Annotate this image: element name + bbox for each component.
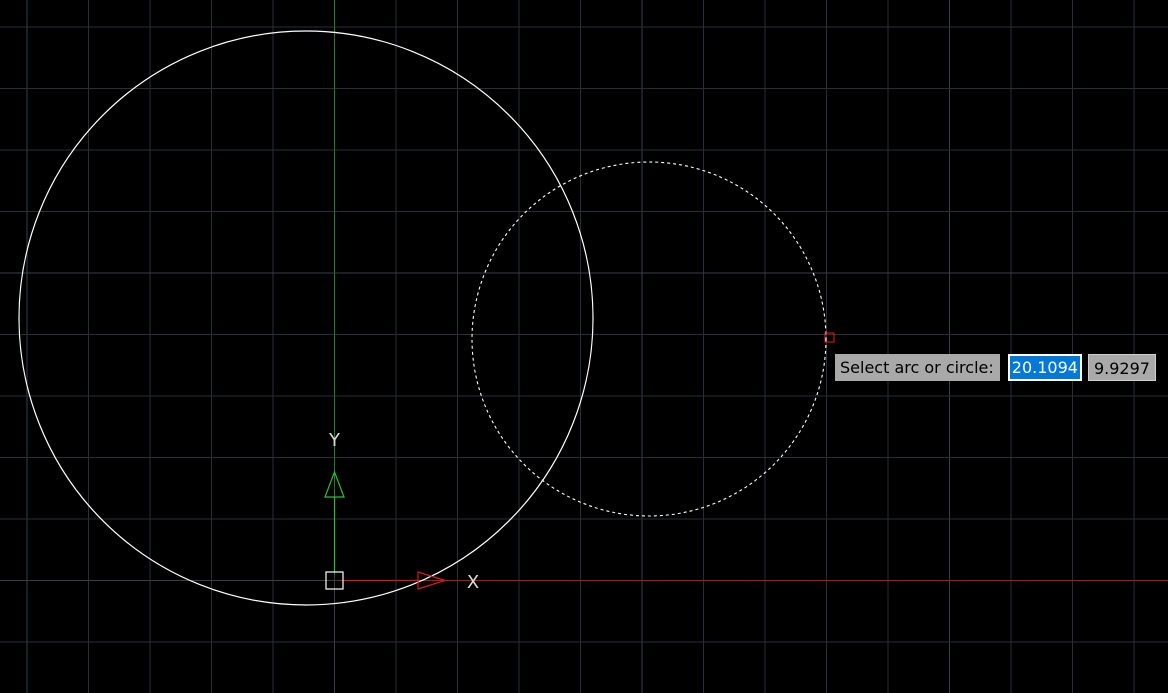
grid-lines <box>0 0 1168 693</box>
y-coordinate-input[interactable]: 9.9297 <box>1087 354 1156 381</box>
ucs-y-label: Y <box>328 430 341 451</box>
x-coordinate-input[interactable]: 20.1094 <box>1009 356 1080 379</box>
model-space-viewport[interactable]: Y X Select arc or circle: 20.1094 9.9297 <box>0 0 1168 693</box>
x-coordinate-field-frame[interactable]: 20.1094 <box>1007 354 1082 381</box>
preview-circle <box>471 161 827 517</box>
command-prompt-label: Select arc or circle: <box>835 354 1000 381</box>
ucs-x-label: X <box>467 572 479 593</box>
dynamic-input-tooltip: Select arc or circle: 20.1094 9.9297 <box>835 354 1156 381</box>
drawing-canvas[interactable]: Y X <box>0 0 1168 693</box>
ucs-icon[interactable]: Y X <box>324 430 479 593</box>
